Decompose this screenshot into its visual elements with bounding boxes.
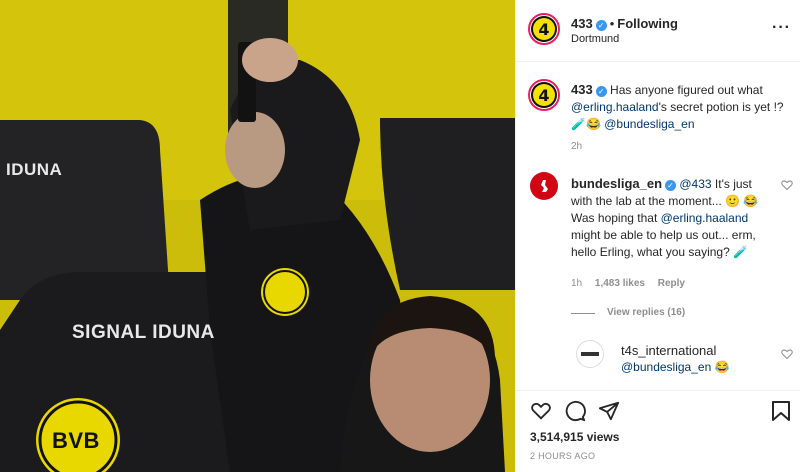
- caption-mention[interactable]: @erling.haaland: [571, 100, 659, 114]
- share-icon[interactable]: [598, 400, 620, 422]
- comment-username[interactable]: bundesliga_en: [571, 176, 662, 191]
- caption-text: Has anyone figured out what: [610, 83, 763, 97]
- caption-time[interactable]: 2h: [571, 141, 582, 152]
- comment-mention-2[interactable]: @erling.haaland: [661, 211, 749, 225]
- header-username[interactable]: 433: [571, 16, 593, 31]
- views-count[interactable]: 3,514,915 views: [530, 430, 619, 444]
- t4s-logo-icon: [581, 352, 599, 356]
- comment-text-3: might be able to help us out... erm, hel…: [571, 228, 756, 259]
- comment-meta: 1h 1,483 likes Reply: [571, 278, 685, 289]
- ellipsis-icon[interactable]: ···: [772, 19, 791, 37]
- reply: t4s_international @bundesliga_en 😂: [621, 342, 771, 376]
- verified-icon: ✓: [595, 86, 607, 97]
- like-comment-heart-icon[interactable]: [781, 179, 793, 191]
- reply-username[interactable]: t4s_international: [621, 342, 771, 359]
- comment-likes[interactable]: 1,483 likes: [595, 278, 645, 289]
- view-replies-button[interactable]: View replies (16): [607, 307, 685, 318]
- seat-sponsor-bottom: SIGNAL IDUNA: [72, 322, 215, 343]
- caption-username[interactable]: 433: [571, 82, 593, 97]
- following-button[interactable]: Following: [617, 16, 678, 31]
- instagram-post: IDUNA SIGNAL IDUNA BVB 4 433 ✓ • Following …: [0, 0, 800, 472]
- post-actions: 3,514,915 views 2 HOURS AGO: [516, 390, 800, 472]
- header-title-row: 433 ✓ • Following: [571, 16, 678, 31]
- save-bookmark-icon[interactable]: [771, 400, 791, 422]
- bvb-badge: BVB: [52, 428, 100, 453]
- caption: 433 ✓ Has anyone figured out what @erling…: [571, 81, 791, 133]
- avatar[interactable]: 4: [528, 13, 560, 45]
- location-link[interactable]: Dortmund: [571, 33, 619, 45]
- caption-mention-2[interactable]: @bundesliga_en: [604, 117, 694, 131]
- verified-icon: ✓: [595, 20, 607, 31]
- separator: •: [609, 16, 615, 31]
- caption-avatar[interactable]: 4: [528, 79, 560, 111]
- verified-icon: ✓: [665, 180, 677, 191]
- post-video[interactable]: IDUNA SIGNAL IDUNA BVB: [0, 0, 515, 472]
- seat-sponsor-left: IDUNA: [6, 160, 63, 179]
- reply-avatar[interactable]: [576, 340, 604, 368]
- comment-icon[interactable]: [564, 400, 586, 422]
- replies-divider: [571, 313, 595, 314]
- like-reply-heart-icon[interactable]: [781, 348, 793, 360]
- reply-button[interactable]: Reply: [658, 278, 685, 289]
- post-side-panel: 4 433 ✓ • Following Dortmund ··· 4 433 ✓ Has…: [515, 0, 800, 472]
- reply-emoji: 😂: [714, 360, 730, 374]
- post-time[interactable]: 2 HOURS AGO: [530, 451, 595, 461]
- reply-mention[interactable]: @bundesliga_en: [621, 360, 711, 374]
- heart-icon[interactable]: [530, 400, 552, 422]
- comment: bundesliga_en ✓ @433 It's just with the l…: [571, 175, 776, 261]
- comment-mention[interactable]: @433: [679, 177, 711, 191]
- post-header: 4 433 ✓ • Following Dortmund ···: [516, 0, 800, 62]
- video-frame: [0, 0, 515, 472]
- bundesliga-logo-icon: [541, 180, 548, 192]
- comment-avatar[interactable]: [530, 172, 558, 200]
- comment-time[interactable]: 1h: [571, 278, 582, 289]
